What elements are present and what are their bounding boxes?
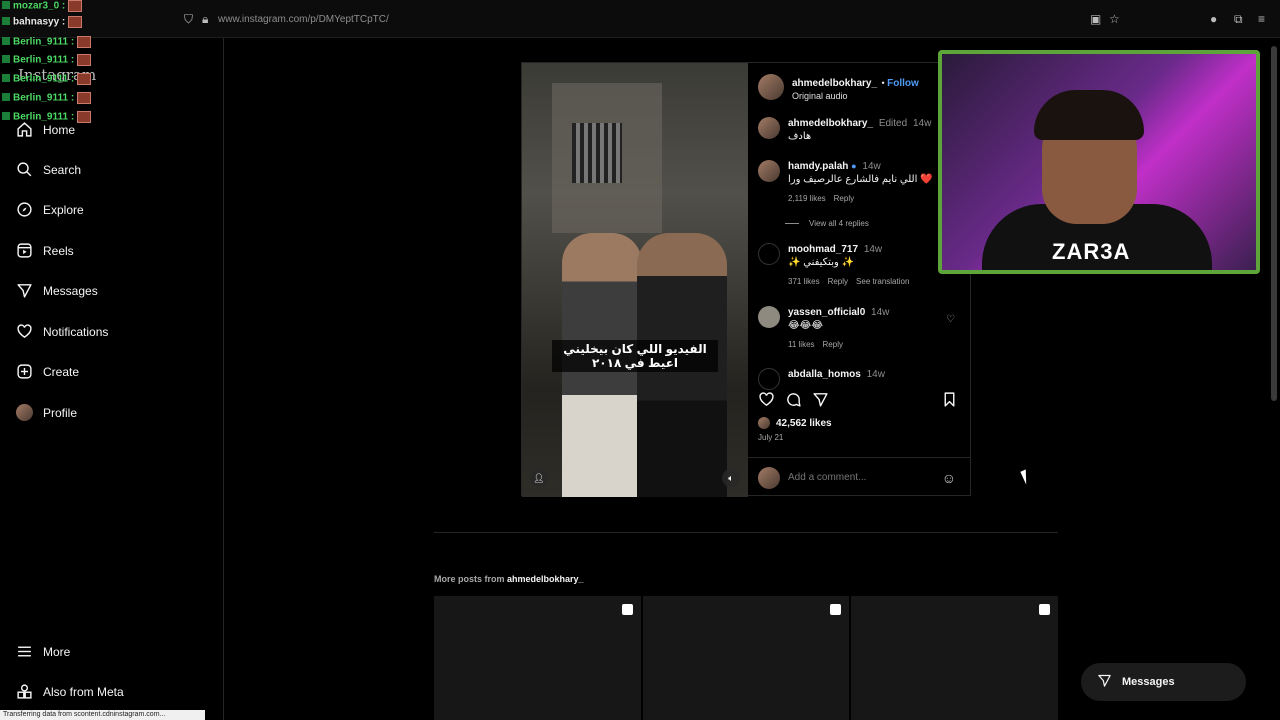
verified-badge-icon: ● bbox=[851, 161, 857, 171]
home-icon bbox=[16, 121, 33, 138]
webcam-hair bbox=[1034, 90, 1144, 140]
comment-like-heart-icon[interactable]: ♡ bbox=[946, 314, 955, 325]
chat-line: Berlin_9111 : bbox=[2, 54, 92, 66]
post-side-panel: ahmedelbokhary_ • Follow Original audio … bbox=[748, 63, 970, 497]
view-replies-link[interactable]: View all 4 replies bbox=[785, 219, 869, 228]
reels-icon bbox=[16, 242, 33, 259]
hamburger-icon bbox=[16, 643, 33, 660]
meta-apps-icon bbox=[16, 683, 33, 700]
avatar bbox=[16, 404, 33, 421]
more-posts-heading: More posts from ahmedelbokhary_ bbox=[434, 574, 584, 584]
post-thumbnail[interactable] bbox=[434, 596, 641, 720]
liker-avatar bbox=[758, 417, 770, 429]
lock-icon: 🔒︎ bbox=[202, 12, 209, 26]
sidebar: Instagram Home Search Explore Reels Mess… bbox=[0, 38, 224, 720]
more-posts-grid bbox=[434, 596, 1059, 720]
comment-icon[interactable] bbox=[785, 391, 802, 408]
plus-icon bbox=[16, 363, 33, 380]
commenter-avatar[interactable] bbox=[758, 368, 780, 390]
send-icon bbox=[1097, 673, 1112, 691]
reel-icon bbox=[621, 604, 633, 615]
hoodie-logo: ZAR3A bbox=[1052, 239, 1131, 264]
sidebar-item-also-from-meta[interactable]: Also from Meta bbox=[16, 683, 124, 700]
chat-line: Berlin_9111 : bbox=[2, 73, 92, 85]
post-actions bbox=[758, 391, 955, 408]
comment-item: ahmedelbokhary_ Edited 14w هادف bbox=[758, 117, 963, 143]
post-thumbnail[interactable] bbox=[642, 596, 850, 720]
reel-icon bbox=[830, 604, 842, 615]
save-bookmark-icon[interactable] bbox=[941, 391, 958, 408]
sidebar-item-notifications[interactable]: Notifications bbox=[16, 323, 108, 340]
author-avatar[interactable] bbox=[758, 74, 784, 100]
address-bar[interactable]: www.instagram.com/p/DMYeptTCpTC/ bbox=[218, 14, 389, 25]
bookmark-star-icon[interactable]: ☆ bbox=[1109, 12, 1120, 26]
sidebar-item-reels[interactable]: Reels bbox=[16, 242, 74, 259]
post-header: ahmedelbokhary_ • Follow Original audio bbox=[758, 73, 919, 101]
reader-icon[interactable]: ▣ bbox=[1090, 12, 1101, 26]
puzzle-icon[interactable]: ⧉ bbox=[1234, 12, 1243, 27]
video-caption: الفيديو اللي كان بيخليني اعيط في ٢٠١٨ bbox=[552, 340, 718, 372]
background-window bbox=[572, 123, 622, 183]
likes-count[interactable]: 42,562 likes bbox=[758, 417, 832, 429]
chat-line: Berlin_9111 : bbox=[2, 111, 92, 123]
original-audio-link[interactable]: Original audio bbox=[792, 91, 919, 101]
compass-icon bbox=[16, 201, 33, 218]
comment-item: moohmad_717 14w ✨ وبتكيفني ✨ 371 likes Re… bbox=[758, 243, 963, 288]
browser-toolbar: ⛉ 🔒︎ www.instagram.com/p/DMYeptTCpTC/ ▣ … bbox=[0, 0, 1280, 38]
sidebar-item-more[interactable]: More bbox=[16, 643, 70, 660]
reel-icon bbox=[1039, 604, 1051, 615]
chat-line: Berlin_9111 : bbox=[2, 92, 92, 104]
sidebar-item-create[interactable]: Create bbox=[16, 363, 79, 380]
chat-line: mozar3_0 : bbox=[2, 0, 83, 12]
tagged-user-icon[interactable]: 👤︎ bbox=[530, 469, 548, 487]
reel-video[interactable]: الفيديو اللي كان بيخليني اعيط في ٢٠١٨ 👤︎… bbox=[522, 63, 748, 497]
sidebar-item-home[interactable]: Home bbox=[16, 121, 75, 138]
post-modal: الفيديو اللي كان بيخليني اعيط في ٢٠١٨ 👤︎… bbox=[521, 62, 971, 497]
commenter-avatar[interactable] bbox=[758, 306, 780, 328]
messages-floating-button[interactable]: Messages bbox=[1081, 663, 1246, 701]
post-date: July 21 bbox=[758, 433, 784, 442]
divider bbox=[434, 532, 1058, 533]
post-thumbnail[interactable] bbox=[851, 596, 1059, 720]
search-icon bbox=[16, 161, 33, 178]
comment-input[interactable] bbox=[788, 472, 928, 483]
browser-status-text: Transferring data from scontent.cdninsta… bbox=[0, 710, 205, 720]
menu-icon[interactable]: ≡ bbox=[1258, 12, 1265, 26]
chat-line: bahnasyy : bbox=[2, 16, 83, 28]
sidebar-item-search[interactable]: Search bbox=[16, 161, 81, 178]
mute-icon[interactable]: 🔈︎ bbox=[722, 469, 740, 487]
commenter-avatar[interactable] bbox=[758, 160, 780, 182]
commenter-avatar[interactable] bbox=[758, 243, 780, 265]
share-icon[interactable] bbox=[812, 391, 829, 408]
shield-icon[interactable]: ⛉ bbox=[184, 12, 193, 27]
commenter-avatar[interactable] bbox=[758, 117, 780, 139]
streamer-webcam: ZAR3A bbox=[938, 50, 1260, 274]
mouse-cursor bbox=[1020, 469, 1032, 485]
chat-line: Berlin_9111 : bbox=[2, 36, 92, 48]
comment-composer: ☺ bbox=[748, 457, 970, 497]
my-avatar bbox=[758, 466, 780, 489]
comment-item: hamdy.palah ● 14w ❤️ اللي نايم فالشارع ع… bbox=[758, 160, 963, 205]
comment-item: yassen_official0 14w 😂😂😂 11 likes Reply ♡ bbox=[758, 306, 963, 351]
sidebar-item-explore[interactable]: Explore bbox=[16, 201, 84, 218]
heart-icon bbox=[16, 323, 33, 340]
comment-item: abdalla_homos 14w bbox=[758, 368, 963, 390]
sidebar-item-profile[interactable]: Profile bbox=[16, 404, 77, 421]
author-username[interactable]: ahmedelbokhary_ bbox=[792, 78, 877, 89]
follow-button[interactable]: Follow bbox=[887, 78, 919, 89]
send-icon bbox=[16, 282, 33, 299]
sidebar-item-messages[interactable]: Messages bbox=[16, 282, 98, 299]
scrollbar-thumb[interactable] bbox=[1271, 46, 1277, 401]
extension-icon[interactable]: ● bbox=[1210, 12, 1217, 26]
emoji-icon[interactable]: ☺ bbox=[942, 470, 956, 486]
like-heart-icon[interactable] bbox=[758, 391, 775, 408]
page-scrollbar[interactable] bbox=[1268, 46, 1280, 720]
